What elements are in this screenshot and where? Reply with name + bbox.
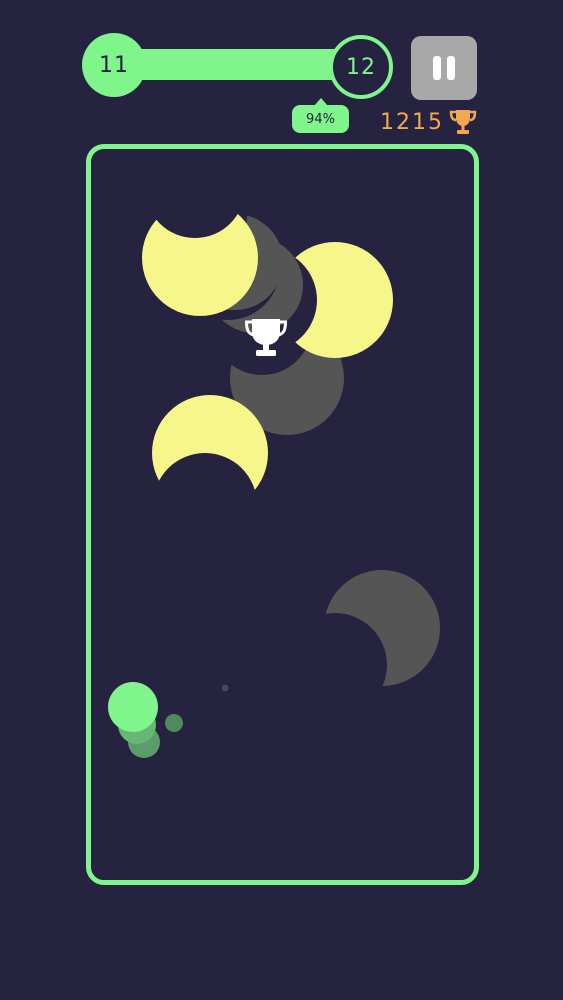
progress-percent-badge: 94%: [292, 98, 349, 133]
current-level-badge: 11: [82, 33, 146, 97]
score-display: 1215: [380, 106, 478, 138]
pause-icon-bar: [447, 56, 455, 80]
next-level-number: 12: [346, 54, 376, 80]
next-level-badge: 12: [329, 35, 393, 99]
current-level-number: 11: [99, 52, 129, 78]
pause-button[interactable]: [411, 36, 477, 100]
trophy-icon: [449, 110, 477, 134]
progress-percent-label: 94%: [306, 111, 335, 127]
level-progress-bar: [138, 49, 338, 80]
pause-icon: [433, 56, 441, 80]
score-value: 1215: [380, 109, 444, 135]
game-arena[interactable]: [86, 144, 479, 885]
